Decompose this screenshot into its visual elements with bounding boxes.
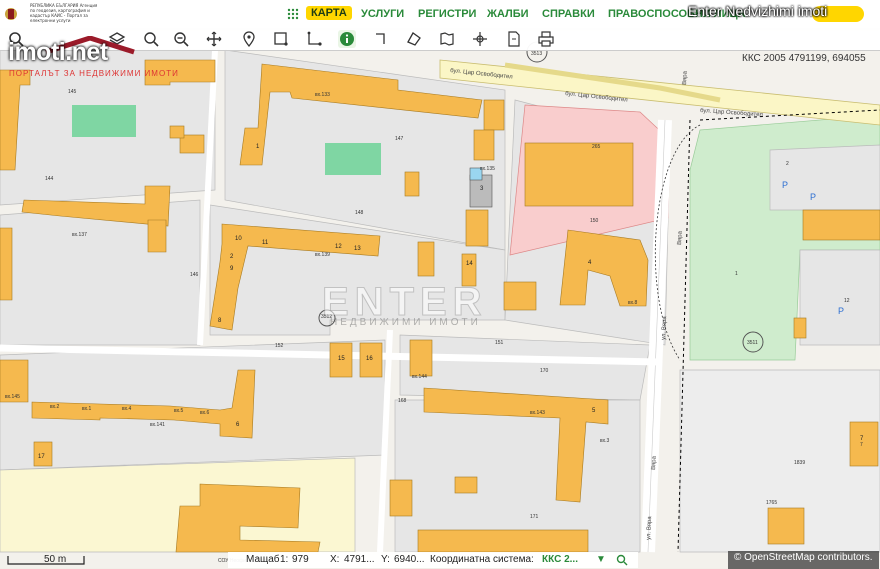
measure-area-icon[interactable] [405,30,423,48]
select-rect-icon[interactable] [272,30,290,48]
street-label: ул. Вяра [646,516,653,541]
y-value: 6940... [394,554,425,565]
address-label: вх.139 [315,252,330,258]
address-label: вх.135 [480,166,495,172]
agency-name: РЕПУБЛИКА БЪЛГАРИЯ Агенция по геодезия, … [30,3,98,23]
building-number: 15 [338,356,345,362]
address-label: вх.137 [72,232,87,238]
parcel-number: 168 [398,398,407,404]
street-label: Вяра [651,455,658,470]
parcel-number: 12 [844,298,850,304]
nav-registers[interactable]: РЕГИСТРИ [418,8,476,20]
building-number: 12 [335,244,342,250]
address-label: вх.143 [530,410,545,416]
coordinate-reference: ККС 2005 4791199, 694055 [742,53,866,64]
parcel-number: 7 [860,442,863,448]
parking-icon: P [782,180,788,190]
building-number: 14 [466,261,473,267]
scale-label: 50 m [44,554,67,565]
nav-map[interactable]: КАРТА [306,6,352,20]
parcel-number: 1765 [766,500,777,506]
scale-input[interactable]: 979 [292,554,309,565]
building-number: 11 [262,240,269,246]
overlay-title: Enter Nedvizhimi imoti [688,3,828,19]
parcel-number: 171 [530,514,539,520]
x-label: X: [330,554,340,565]
coat-of-arms-icon [5,8,17,20]
scale-field-label: Мащаб [246,554,280,565]
watermark-subtitle: НЕДВИЖИМИ ИМОТИ [330,317,481,328]
address-label: вх.3 [600,438,610,444]
scale-field-prefix: 1: [280,554,289,565]
street-label: Вяра [682,70,689,85]
pan-icon[interactable] [205,30,223,48]
address-label: вх.8 [628,300,638,306]
nav-services[interactable]: УСЛУГИ [361,8,404,20]
parcel-number: 147 [395,136,404,142]
nav-complaints[interactable]: ЖАЛБИ [487,8,529,20]
status-bar: Мащаб 1: 979 X: 4791... Y: 6940... Коорд… [228,552,638,568]
parking-icon: P [810,192,816,202]
parcel-number: 170 [540,368,549,374]
search-icon[interactable] [616,554,628,566]
parcel-number: 152 [275,343,284,349]
parcel-number: 144 [45,176,54,182]
map-icon[interactable] [438,30,456,48]
parcel-number: 146 [190,272,199,278]
y-label: Y: [381,554,390,565]
parcel-number: 145 [68,89,77,95]
address-label: вх.2 [50,404,60,410]
parcel-number: 151 [495,340,504,346]
chevron-down-icon[interactable]: ▼ [596,554,606,565]
parcel-number: 2 [786,161,789,167]
crs-select[interactable]: ККС 2... [542,554,578,565]
address-label: вх.1 [82,406,92,412]
building-number: 10 [235,236,242,242]
crs-label: Координатна система: [430,554,534,565]
top-navigation-bar: РЕПУБЛИКА БЪЛГАРИЯ Агенция по геодезия, … [0,0,880,28]
attribution[interactable]: © OpenStreetMap contributors. [728,551,879,569]
street-label: Вяра [677,230,684,245]
address-label: вх.145 [5,394,20,400]
address-label: вх.141 [150,422,165,428]
parcel-number: 150 [590,218,599,224]
address-label: вх.5 [174,408,184,414]
parcel-number: 148 [355,210,364,216]
zoom-out-icon[interactable] [172,30,190,48]
address-label: вх.133 [315,92,330,98]
logo-tagline: ПОРТАЛЪТ ЗА НЕДВИЖИМИ ИМОТИ [9,69,179,78]
logo-name: imoti.net [8,38,108,66]
marker-icon[interactable] [240,30,258,48]
document-icon[interactable] [505,30,523,48]
street-label: ул. Вяра [661,316,668,341]
apps-grid-icon[interactable] [287,8,299,20]
parking-icon: P [838,306,844,316]
select-poly-icon[interactable] [306,30,324,48]
address-label: вх.6 [200,410,210,416]
address-label: вх.4 [122,406,132,412]
address-label: вх.144 [412,374,427,380]
print-icon[interactable] [537,30,555,48]
parcel-number: 3511 [747,340,758,346]
x-value: 4791... [344,554,375,565]
parcel-number: 1 [735,271,738,277]
building-number: 13 [354,246,361,252]
measure-line-icon[interactable] [372,30,390,48]
parcel-number: 1839 [794,460,805,466]
building-number: 17 [38,454,45,460]
info-icon[interactable] [338,30,356,48]
parcel-number: 3513 [531,51,542,57]
parcel-number: 265 [592,144,601,150]
crosshair-icon[interactable] [471,30,489,48]
nav-references[interactable]: СПРАВКИ [542,8,595,20]
building-number: 16 [366,356,373,362]
